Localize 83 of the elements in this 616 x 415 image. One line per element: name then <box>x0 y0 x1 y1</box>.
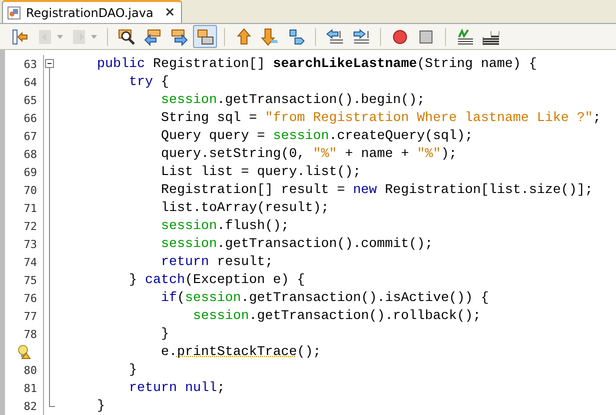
code-text: query.setString(0, <box>160 146 306 162</box>
stop-icon <box>417 28 435 46</box>
code-text: Registration[list.size()]; <box>384 182 593 198</box>
lightbulb-warning-icon[interactable] <box>17 345 31 359</box>
line-number: 66 <box>24 112 37 124</box>
code-text: } <box>96 398 105 414</box>
field-name: session <box>192 308 249 324</box>
tab-title: RegistrationDAO.java <box>26 6 154 20</box>
line-number: 71 <box>24 202 37 214</box>
field-name: session <box>184 290 241 306</box>
line-number: 63 <box>24 58 37 70</box>
arrow-down-icon <box>261 28 279 46</box>
code-text: (); <box>296 344 321 360</box>
keyword: return <box>160 254 209 270</box>
field-name: session <box>272 128 329 144</box>
code-text: .getTransaction().commit(); <box>216 236 433 252</box>
keyword: public <box>96 56 145 72</box>
code-text: Registration[] result = <box>160 182 346 198</box>
code-text: + name + <box>344 146 410 162</box>
line-number: 78 <box>24 328 37 340</box>
line-number: 80 <box>24 364 37 376</box>
keyword: new <box>352 182 377 198</box>
line-number: 76 <box>24 292 37 304</box>
record-icon <box>391 28 409 46</box>
string-literal: "%" <box>312 146 337 162</box>
code-text: result; <box>216 254 273 270</box>
code-text: .getTransaction().rollback(); <box>248 308 481 324</box>
search-icon <box>118 28 136 46</box>
string-literal: "from Registration Where lastname Like ?" <box>264 110 593 126</box>
indent-left-icon <box>326 28 344 46</box>
field-name: session <box>160 236 217 252</box>
warning-text: printStackTrace <box>176 344 297 360</box>
code-text: List list = query.list(); <box>160 164 361 180</box>
code-text: ); <box>440 146 457 162</box>
code-text: list.toArray(result); <box>160 200 329 216</box>
code-text: .flush(); <box>216 218 289 234</box>
field-name: session <box>160 92 217 108</box>
line-number: 75 <box>24 274 37 286</box>
line-number: 67 <box>24 130 37 142</box>
line-number: 77 <box>24 310 37 322</box>
code-text: Query query = <box>160 128 266 144</box>
code-text: } <box>128 272 138 288</box>
code-text: String sql = <box>160 110 258 126</box>
method-name: searchLikeLastname <box>272 56 417 72</box>
keyword: if <box>160 290 177 306</box>
code-text: (Exception e) { <box>184 272 305 288</box>
line-number: 82 <box>24 400 37 412</box>
code-text: Registration[] <box>152 56 266 72</box>
highlight-icon <box>196 28 214 46</box>
close-tab-button[interactable]: × <box>164 5 176 20</box>
file-tab[interactable]: RegistrationDAO.java × <box>2 0 182 23</box>
line-number: 68 <box>24 148 37 160</box>
code-text: .getTransaction().begin(); <box>216 92 425 108</box>
line-number: 81 <box>24 382 37 394</box>
keyword: try <box>128 74 153 90</box>
arrow-left-icon <box>11 28 29 46</box>
code-text: e. <box>160 344 177 360</box>
arrow-up-icon <box>235 28 253 46</box>
code-text: ; <box>592 110 601 126</box>
line-number: 69 <box>24 166 37 178</box>
string-literal: "%" <box>416 146 441 162</box>
code-text: .createQuery(sql); <box>328 128 473 144</box>
java-file-icon <box>7 6 21 20</box>
code-text: } <box>128 362 137 378</box>
code-text: ; <box>216 380 225 396</box>
line-number: 64 <box>24 76 37 88</box>
code-text: ( <box>176 290 185 306</box>
highlight-button[interactable] <box>193 25 217 48</box>
code-text: (String name) { <box>416 56 537 72</box>
arrow-left-icon <box>144 28 162 46</box>
code-text: { <box>160 74 169 90</box>
field-name: session <box>160 218 217 234</box>
line-number: 72 <box>24 220 37 232</box>
indent-right-icon <box>352 28 370 46</box>
keyword: catch <box>144 272 185 288</box>
keyword: return null <box>128 380 217 396</box>
line-number: 73 <box>24 238 37 250</box>
code-text: } <box>160 326 169 342</box>
arrow-right-icon <box>170 28 188 46</box>
code-text: .getTransaction().isActive()) { <box>240 290 489 306</box>
line-number: 74 <box>24 256 37 268</box>
line-number: 70 <box>24 184 37 196</box>
line-number: 65 <box>24 94 37 106</box>
